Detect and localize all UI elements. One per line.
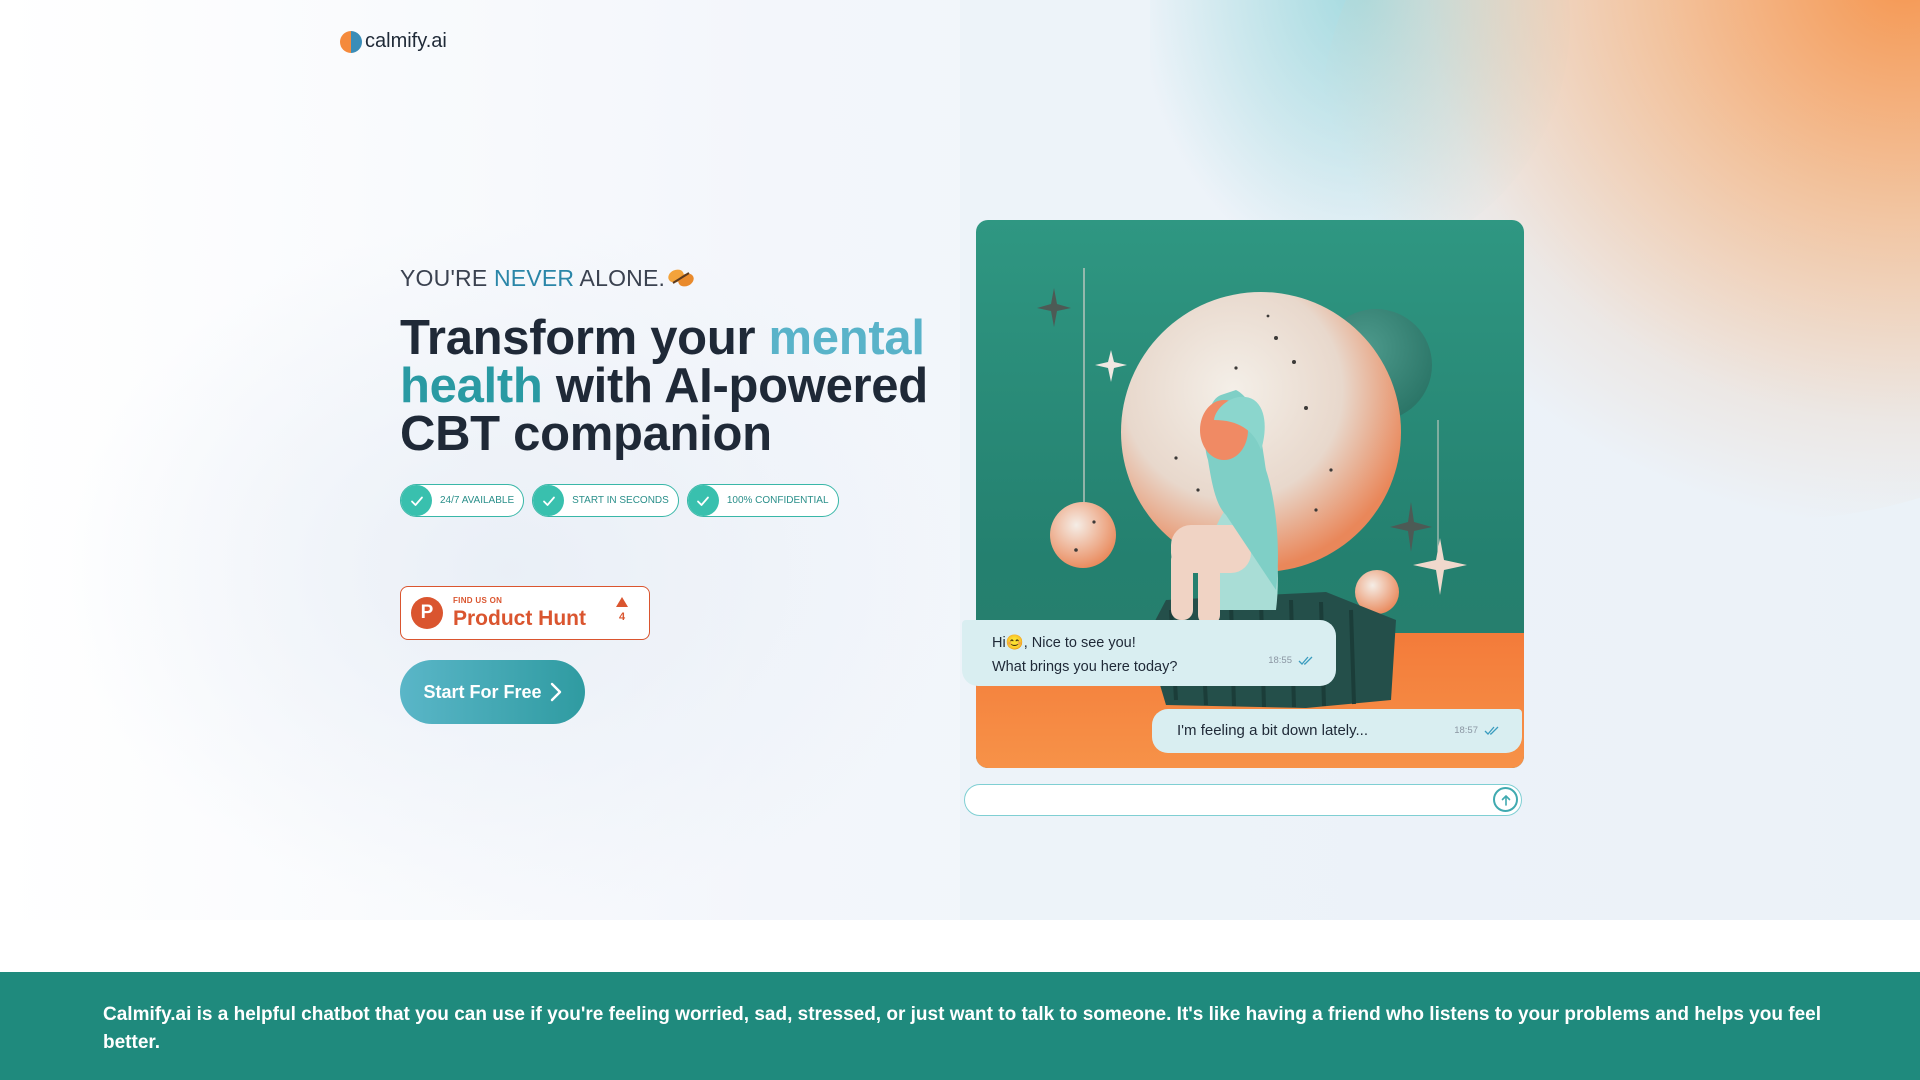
logo-text: calmify.ai	[365, 30, 447, 52]
header-logo[interactable]: calmify.ai	[340, 30, 447, 53]
badge-label: 100% CONFIDENTIAL	[726, 495, 829, 506]
user-message-time: 18:57	[1454, 725, 1478, 736]
butterfly-icon	[668, 269, 694, 287]
double-check-icon	[1298, 656, 1313, 665]
chevron-right-icon	[550, 682, 561, 702]
chat-message-input[interactable]	[965, 785, 1485, 814]
tagline-part2: ALONE.	[574, 265, 666, 291]
calmify-logo-icon	[340, 30, 362, 53]
arrow-up-icon	[1501, 794, 1510, 806]
badge-availability: 24/7 AVAILABLE	[400, 484, 525, 517]
badge-confidential: 100% CONFIDENTIAL	[686, 484, 839, 517]
product-hunt-text: FIND US ON Product Hunt	[453, 596, 586, 630]
tagline-accent: NEVER	[493, 265, 575, 291]
check-icon	[401, 485, 432, 516]
double-check-icon	[1484, 726, 1499, 735]
hero-background	[0, 0, 1920, 920]
bot-message-bubble: Hi😊, Nice to see you! What brings you he…	[962, 620, 1336, 686]
upvote-count: 4	[618, 611, 626, 623]
product-hunt-upvotes: 4	[615, 597, 629, 623]
product-hunt-small-label: FIND US ON	[453, 596, 503, 605]
cta-label: Start For Free	[423, 681, 542, 702]
user-message-text: I'm feeling a bit down lately...	[1177, 722, 1369, 739]
hero-tagline: YOU'RE NEVER ALONE.	[400, 265, 695, 292]
user-message-meta: 18:57	[1454, 709, 1500, 753]
headline-part1: Transform your	[400, 311, 769, 365]
badge-label: 24/7 AVAILABLE	[440, 495, 515, 506]
check-icon	[687, 485, 719, 516]
bot-message-time: 18:55	[1268, 655, 1292, 666]
banner-text: Calmify.ai is a helpful chatbot that you…	[103, 1004, 1821, 1053]
headline-highlight-health: health	[400, 359, 543, 413]
product-hunt-big-label: Product Hunt	[453, 607, 586, 630]
hero-headline: Transform your mental health with AI-powe…	[400, 311, 940, 459]
badge-label: START IN SECONDS	[572, 495, 669, 506]
upvote-triangle-icon	[616, 597, 628, 607]
bot-message-meta: 18:55	[1268, 649, 1314, 673]
description-banner: Calmify.ai is a helpful chatbot that you…	[0, 972, 1920, 1080]
tagline-part1: YOU'RE	[400, 265, 494, 291]
feature-badges: 24/7 AVAILABLE START IN SECONDS 100% CON…	[400, 484, 839, 517]
send-message-button[interactable]	[1493, 787, 1518, 812]
headline-highlight-mental: mental	[768, 311, 925, 365]
start-for-free-button[interactable]: Start For Free	[400, 660, 585, 724]
product-hunt-logo-icon: P	[411, 597, 443, 629]
product-hunt-badge[interactable]: P FIND US ON Product Hunt 4	[400, 586, 650, 640]
user-message-bubble: I'm feeling a bit down lately... 18:57	[1152, 709, 1522, 753]
check-icon	[533, 485, 565, 516]
badge-start-fast: START IN SECONDS	[532, 484, 679, 517]
chat-input-container	[964, 784, 1522, 816]
